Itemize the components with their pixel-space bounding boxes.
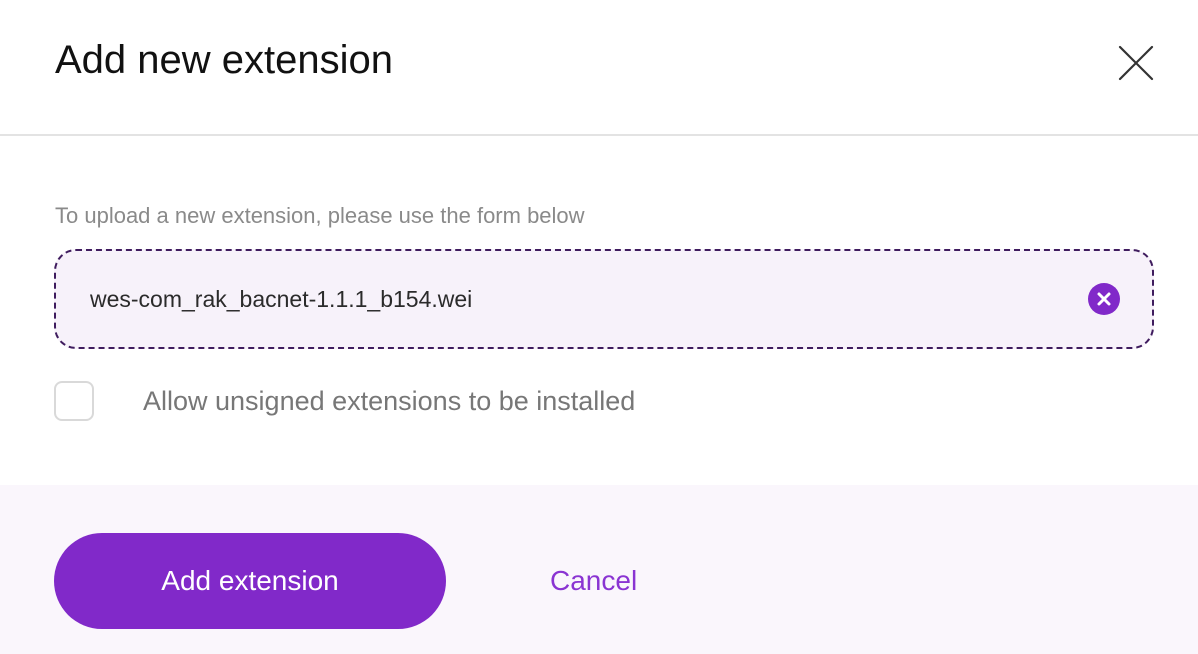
add-extension-button[interactable]: Add extension: [54, 533, 446, 629]
upload-hint: To upload a new extension, please use th…: [55, 203, 585, 228]
file-dropzone[interactable]: wes-com_rak_bacnet-1.1.1_b154.wei: [54, 249, 1154, 349]
dialog-title: Add new extension: [55, 38, 394, 82]
allow-unsigned-label[interactable]: Allow unsigned extensions to be installe…: [143, 385, 635, 417]
dialog-footer: Add extension Cancel: [0, 485, 1198, 654]
clear-circle-icon: [1088, 283, 1120, 315]
cancel-button[interactable]: Cancel: [550, 565, 637, 597]
allow-unsigned-checkbox[interactable]: [54, 381, 94, 421]
selected-filename: wes-com_rak_bacnet-1.1.1_b154.wei: [90, 286, 473, 312]
add-extension-dialog: Add new extension To upload a new extens…: [0, 0, 1198, 654]
close-icon: [1118, 45, 1154, 81]
dialog-header: Add new extension: [0, 0, 1198, 136]
clear-file-button[interactable]: [1088, 283, 1120, 315]
close-button[interactable]: [1114, 41, 1158, 85]
